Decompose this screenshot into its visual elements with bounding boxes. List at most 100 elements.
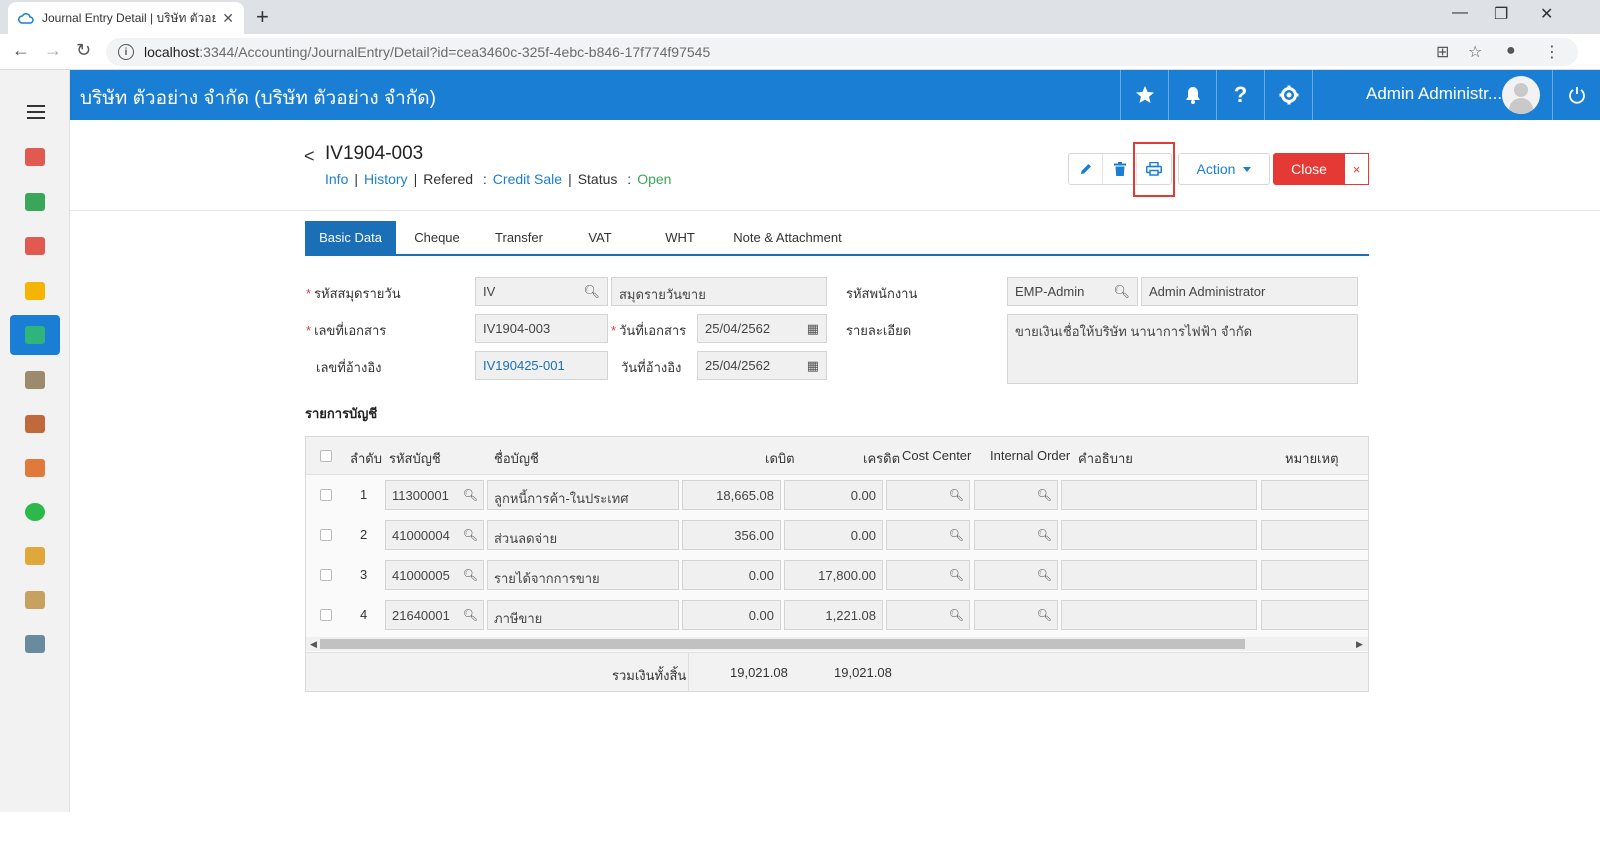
cost-center-field[interactable]: 🔍︎ bbox=[886, 480, 970, 510]
account-name-field[interactable]: ภาษีขาย bbox=[487, 600, 679, 630]
bell-icon[interactable] bbox=[1168, 70, 1216, 120]
reload-icon[interactable]: ↻ bbox=[76, 40, 91, 61]
search-icon[interactable]: 🔍︎ bbox=[463, 488, 478, 502]
sidebar-item-check-circle[interactable] bbox=[10, 492, 60, 532]
search-icon[interactable]: 🔍︎ bbox=[1037, 568, 1052, 582]
delete-button[interactable] bbox=[1103, 154, 1137, 184]
account-name-field[interactable]: รายได้จากการขาย bbox=[487, 560, 679, 590]
tab-transfer[interactable]: Transfer bbox=[478, 221, 560, 254]
search-icon[interactable]: 🔍︎ bbox=[463, 528, 478, 542]
scroll-thumb[interactable] bbox=[320, 639, 1245, 649]
journal-code-field[interactable]: IV 🔍︎ bbox=[475, 277, 608, 306]
description-field[interactable] bbox=[1061, 480, 1257, 510]
account-code-field[interactable]: 41000005 🔍︎ bbox=[385, 560, 484, 590]
credit-field[interactable]: 0.00 bbox=[784, 480, 883, 510]
sidebar-item-people[interactable] bbox=[10, 448, 60, 488]
menu-kebab-icon[interactable]: ⋮ bbox=[1544, 42, 1560, 62]
url-field[interactable]: i localhost :3344/Accounting/JournalEntr… bbox=[106, 38, 1578, 66]
sidebar-item-clipboard[interactable] bbox=[10, 580, 60, 620]
row-checkbox[interactable] bbox=[320, 529, 332, 541]
avatar[interactable] bbox=[1502, 76, 1540, 114]
tab-cheque[interactable]: Cheque bbox=[396, 221, 478, 254]
employee-name-field[interactable]: Admin Administrator bbox=[1141, 277, 1358, 306]
help-icon[interactable]: ? bbox=[1216, 70, 1264, 120]
restore-icon[interactable]: ❐ bbox=[1494, 4, 1508, 24]
select-all-checkbox[interactable] bbox=[320, 450, 332, 462]
favorites-star-icon[interactable] bbox=[1120, 70, 1168, 120]
profile-icon[interactable]: ● bbox=[1506, 42, 1516, 60]
sidebar-item-invoice[interactable] bbox=[10, 536, 60, 576]
tab-note-attachment[interactable]: Note & Attachment bbox=[720, 221, 855, 254]
sidebar-item-box[interactable] bbox=[10, 271, 60, 311]
debit-field[interactable]: 18,665.08 bbox=[682, 480, 781, 510]
ref-date-field[interactable]: 25/04/2562 ▦ bbox=[697, 351, 827, 380]
sidebar-item-money[interactable] bbox=[10, 182, 60, 222]
history-link[interactable]: History bbox=[364, 171, 408, 187]
search-icon[interactable]: 🔍︎ bbox=[463, 568, 478, 582]
row-checkbox[interactable] bbox=[320, 489, 332, 501]
action-dropdown-button[interactable]: Action bbox=[1178, 153, 1270, 185]
search-icon[interactable]: 🔍︎ bbox=[949, 488, 964, 502]
calendar-icon[interactable]: ▦ bbox=[807, 321, 819, 337]
employee-code-field[interactable]: EMP-Admin 🔍︎ bbox=[1007, 277, 1138, 306]
debit-field[interactable]: 356.00 bbox=[682, 520, 781, 550]
credit-field[interactable]: 17,800.00 bbox=[784, 560, 883, 590]
cost-center-field[interactable]: 🔍︎ bbox=[886, 520, 970, 550]
sidebar-item-wallet[interactable] bbox=[10, 404, 60, 444]
debit-field[interactable]: 0.00 bbox=[682, 560, 781, 590]
hamburger-menu-icon[interactable] bbox=[27, 105, 45, 123]
sidebar-item-book[interactable] bbox=[10, 315, 60, 355]
search-icon[interactable]: 🔍︎ bbox=[949, 528, 964, 542]
internal-order-field[interactable]: 🔍︎ bbox=[974, 480, 1058, 510]
journal-name-field[interactable]: สมุดรายวันขาย bbox=[611, 277, 827, 306]
bookmark-star-icon[interactable]: ☆ bbox=[1468, 42, 1482, 62]
credit-field[interactable]: 1,221.08 bbox=[784, 600, 883, 630]
scroll-left-icon[interactable]: ◀ bbox=[310, 639, 317, 650]
search-icon[interactable]: 🔍︎ bbox=[949, 608, 964, 622]
browser-tab[interactable]: Journal Entry Detail | บริษัท ตัวอย่าง จ… bbox=[8, 2, 244, 34]
window-close-icon[interactable]: ✕ bbox=[1540, 4, 1553, 24]
tab-basic-data[interactable]: Basic Data bbox=[305, 221, 396, 254]
doc-no-field[interactable]: IV1904-003 bbox=[475, 314, 608, 343]
search-icon[interactable]: 🔍︎ bbox=[1037, 608, 1052, 622]
back-chevron-icon[interactable]: < bbox=[304, 146, 315, 167]
forward-icon[interactable]: → bbox=[44, 40, 62, 61]
gear-icon[interactable] bbox=[1264, 70, 1312, 120]
edit-button[interactable] bbox=[1069, 154, 1103, 184]
row-checkbox[interactable] bbox=[320, 609, 332, 621]
scroll-right-icon[interactable]: ▶ bbox=[1356, 639, 1363, 650]
remark-field[interactable] bbox=[1261, 480, 1368, 510]
search-icon[interactable]: 🔍︎ bbox=[1113, 284, 1130, 300]
remark-field[interactable] bbox=[1261, 520, 1368, 550]
sidebar-item-tools[interactable] bbox=[10, 624, 60, 664]
horizontal-scrollbar[interactable]: ◀ ▶ bbox=[306, 637, 1368, 651]
remark-field[interactable] bbox=[1261, 600, 1368, 630]
account-code-field[interactable]: 11300001 🔍︎ bbox=[385, 480, 484, 510]
description-field[interactable] bbox=[1061, 600, 1257, 630]
sidebar-item-bank[interactable] bbox=[10, 360, 60, 400]
account-code-field[interactable]: 21640001 🔍︎ bbox=[385, 600, 484, 630]
search-icon[interactable]: 🔍︎ bbox=[949, 568, 964, 582]
ref-no-value[interactable]: IV190425-001 bbox=[483, 358, 565, 373]
internal-order-field[interactable]: 🔍︎ bbox=[974, 600, 1058, 630]
detail-textarea[interactable]: ขายเงินเชื่อให้บริษัท นานาการไฟฟ้า จำกัด bbox=[1007, 314, 1358, 384]
debit-field[interactable]: 0.00 bbox=[682, 600, 781, 630]
tab-wht[interactable]: WHT bbox=[640, 221, 720, 254]
refered-link[interactable]: Credit Sale bbox=[493, 171, 562, 187]
close-x-icon[interactable]: × bbox=[1344, 153, 1369, 185]
remark-field[interactable] bbox=[1261, 560, 1368, 590]
doc-date-field[interactable]: 25/04/2562 ▦ bbox=[697, 314, 827, 343]
power-icon[interactable] bbox=[1552, 70, 1600, 120]
search-icon[interactable]: 🔍︎ bbox=[463, 608, 478, 622]
back-icon[interactable]: ← bbox=[12, 40, 30, 61]
description-field[interactable] bbox=[1061, 520, 1257, 550]
info-icon[interactable]: i bbox=[118, 44, 134, 60]
search-icon[interactable]: 🔍︎ bbox=[1037, 488, 1052, 502]
info-link[interactable]: Info bbox=[325, 171, 348, 187]
ref-no-field[interactable]: IV190425-001 bbox=[475, 351, 608, 380]
minimize-icon[interactable]: — bbox=[1452, 4, 1468, 22]
description-field[interactable] bbox=[1061, 560, 1257, 590]
internal-order-field[interactable]: 🔍︎ bbox=[974, 520, 1058, 550]
sidebar-item-dashboard[interactable] bbox=[10, 137, 60, 177]
account-name-field[interactable]: ลูกหนี้การค้า-ในประเทศ bbox=[487, 480, 679, 510]
